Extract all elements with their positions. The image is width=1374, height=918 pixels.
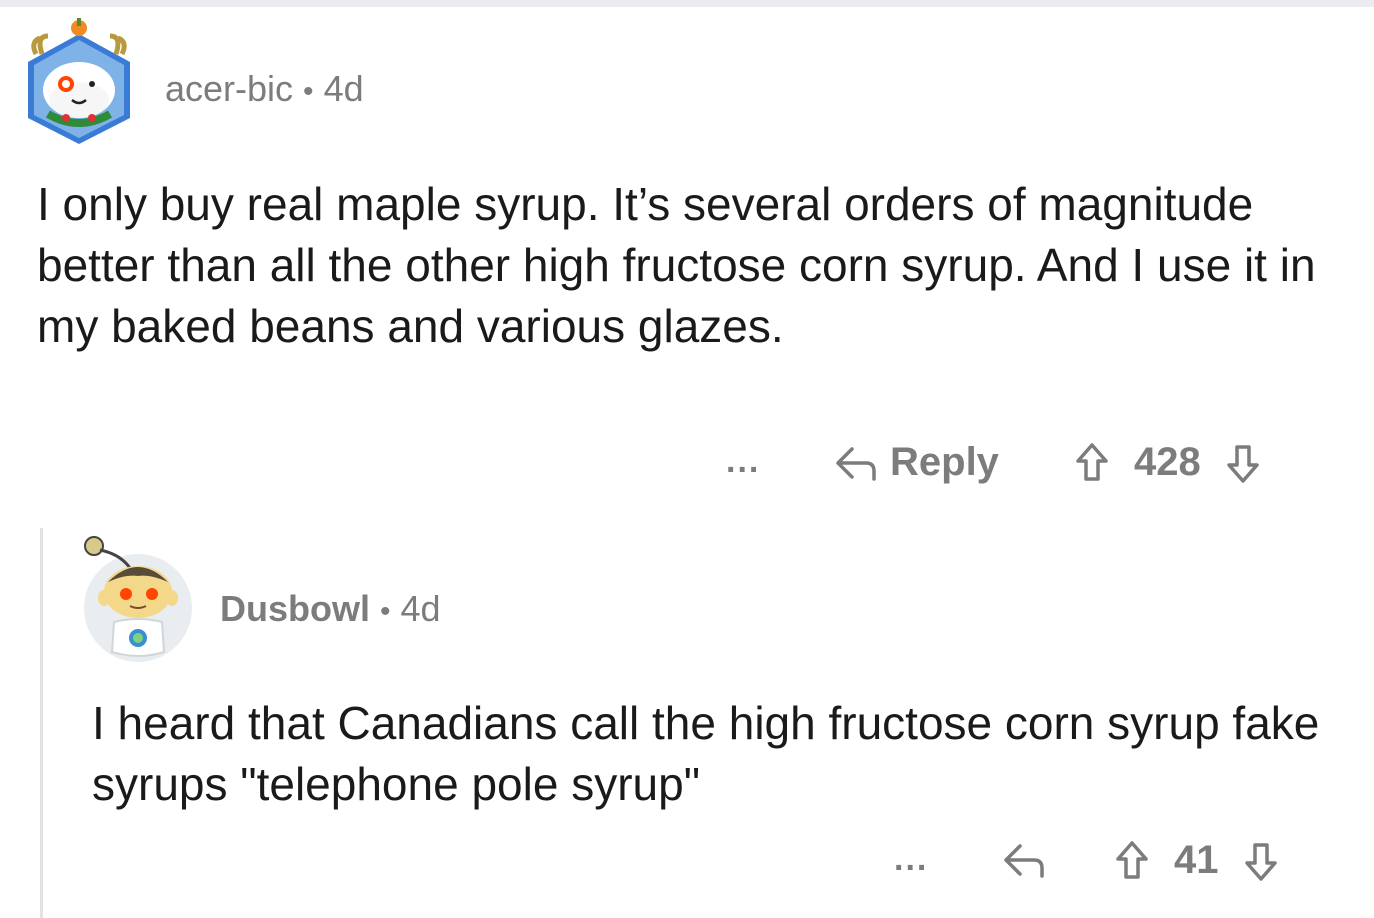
meta-separator: • — [303, 75, 314, 108]
vote-controls: 428 — [1072, 440, 1263, 485]
comment-age: 4d — [400, 588, 441, 629]
comment-meta: acer-bic • 4d — [165, 68, 364, 110]
snoo-avatar-icon — [28, 18, 130, 144]
comment-meta: Dusbowl • 4d — [220, 588, 441, 630]
comment-body: I heard that Canadians call the high fru… — [92, 697, 1320, 810]
downvote-arrow-icon[interactable] — [1241, 839, 1281, 883]
top-divider — [0, 0, 1374, 7]
more-options-button[interactable]: ... — [726, 442, 760, 481]
comment-actions: ... Reply 428 — [720, 440, 1320, 492]
vote-controls: 41 — [1112, 838, 1281, 883]
reply-arrow-icon — [1000, 840, 1048, 880]
meta-separator: • — [380, 595, 391, 628]
vote-score: 428 — [1134, 440, 1201, 484]
comment-age: 4d — [323, 68, 364, 109]
reply-button[interactable] — [1000, 840, 1048, 880]
comment-body: I only buy real maple syrup. It’s severa… — [37, 178, 1316, 352]
author-name[interactable]: Dusbowl — [220, 588, 370, 629]
upvote-arrow-icon[interactable] — [1072, 441, 1112, 485]
upvote-arrow-icon[interactable] — [1112, 839, 1152, 883]
snoo-avatar-icon — [84, 536, 192, 662]
vote-score: 41 — [1174, 838, 1219, 882]
avatar[interactable] — [22, 14, 136, 146]
reply-arrow-icon — [832, 443, 880, 483]
downvote-arrow-icon[interactable] — [1223, 441, 1263, 485]
reply-label: Reply — [890, 440, 999, 484]
more-options-button[interactable]: ... — [894, 840, 928, 879]
author-name[interactable]: acer-bic — [165, 68, 293, 109]
comment-actions: ... 41 — [890, 838, 1320, 890]
reply-button[interactable]: Reply — [832, 440, 999, 485]
avatar[interactable] — [80, 534, 194, 664]
thread-line[interactable] — [40, 528, 43, 918]
